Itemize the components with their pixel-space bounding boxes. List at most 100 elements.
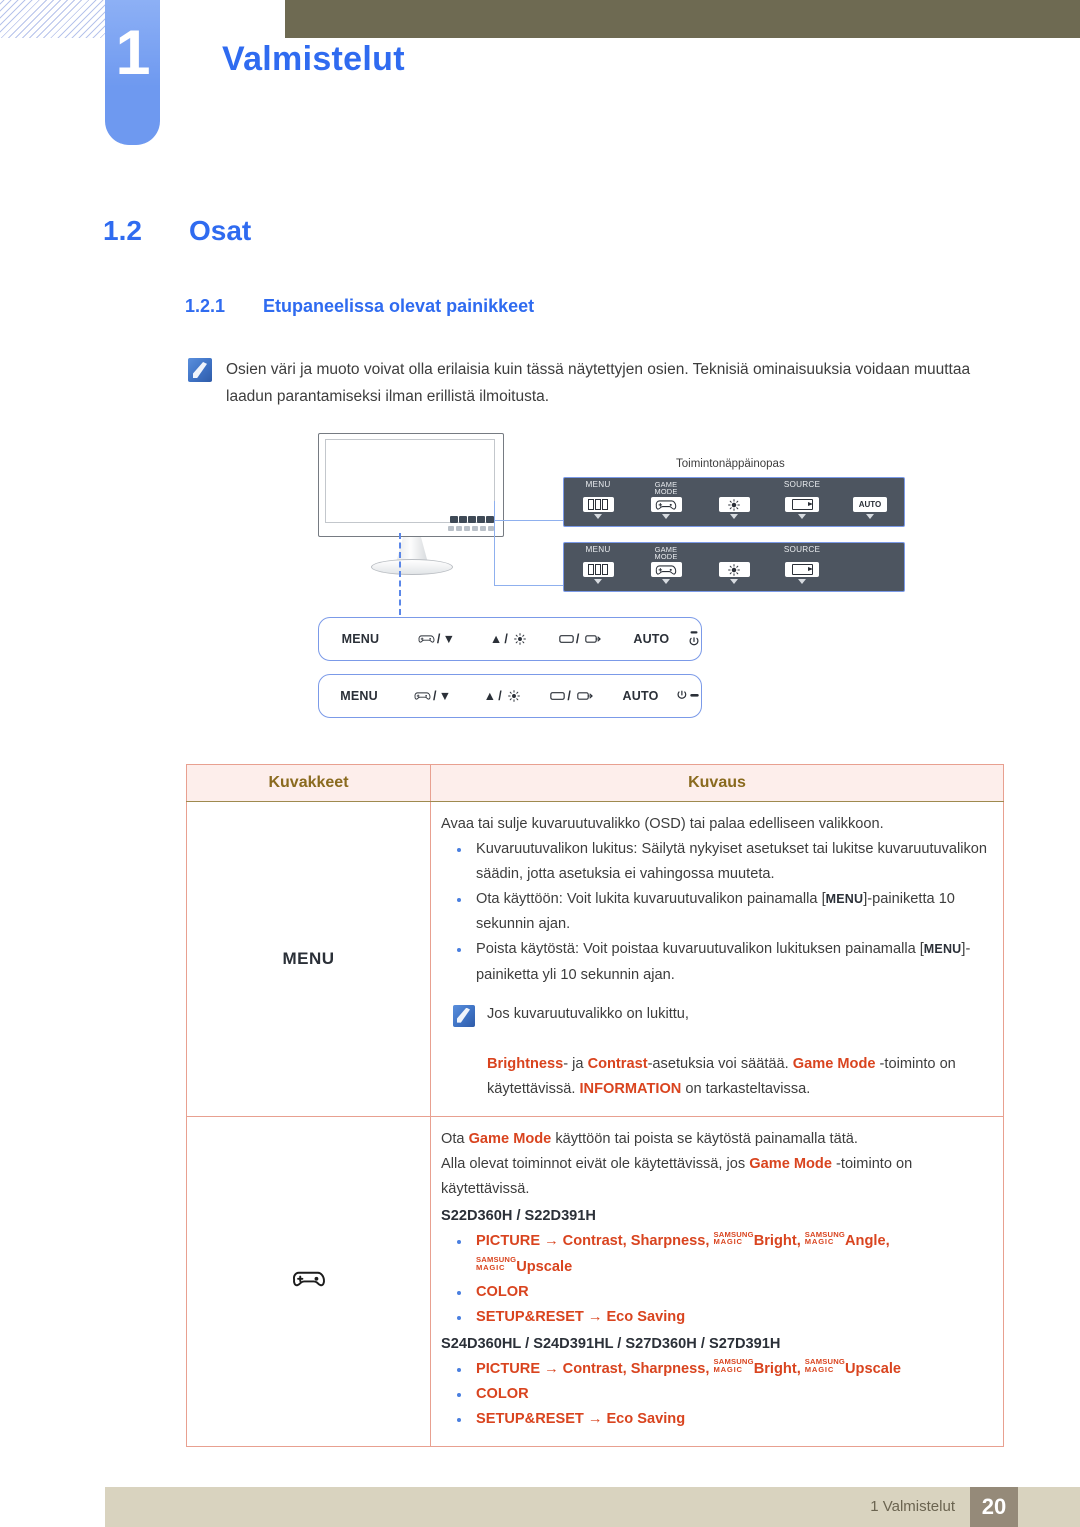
magic-bottom: MAGIC	[713, 1364, 743, 1374]
bar-button-menu[interactable]: MENU	[319, 632, 402, 646]
dashed-callout-line-upper	[399, 533, 401, 615]
magic-bright: Bright	[753, 1233, 797, 1250]
monitor-screen	[325, 439, 495, 523]
osd-key-menu[interactable]: MENU	[564, 478, 632, 526]
leader-line-vertical	[494, 501, 496, 586]
menu-path-items: Contrast, Sharpness,	[562, 1360, 714, 1377]
osd-key-source-caption: SOURCE	[783, 480, 821, 489]
sep: ,	[796, 1360, 805, 1377]
bar-button-menu[interactable]: MENU	[319, 689, 399, 703]
menu-path-setup-reset: SETUP&RESET	[476, 1308, 584, 1325]
bar-button-power-bottom[interactable]	[675, 689, 701, 703]
chevron-down-icon	[730, 579, 738, 584]
game-mode-line1: Ota Game Mode käyttöön tai poista se käy…	[441, 1127, 989, 1152]
bar-button-gamemode-down[interactable]: / ▼	[402, 632, 471, 646]
bar-button-power-top[interactable]	[687, 630, 701, 648]
inline-note-sep1: - ja	[563, 1055, 588, 1072]
chevron-down-icon	[662, 579, 670, 584]
osd-key-game-mode[interactable]: GAME MODE	[632, 543, 700, 591]
osd-key-brightness[interactable]	[700, 543, 768, 591]
arrow-icon: →	[587, 1411, 603, 1428]
sep: ,	[796, 1233, 805, 1250]
inline-note-line1: Jos kuvaruutuvalikko on lukittu,	[487, 1005, 689, 1022]
model-group-1-heading: S22D360H / S22D391H	[441, 1208, 596, 1225]
list-item: COLOR	[441, 1280, 989, 1305]
arrow-icon: →	[544, 1360, 559, 1377]
list-item: Poista käytöstä: Voit poistaa kuvaruutuv…	[441, 937, 989, 987]
magic-bright: Bright	[753, 1360, 797, 1377]
term-brightness: Brightness	[487, 1055, 564, 1072]
samsung-magic-mark: SAMSUNG MAGIC	[714, 1358, 754, 1373]
monitor-osd-buttons-light	[448, 526, 495, 531]
list-item: SETUP&RESET → Eco Saving	[441, 1305, 989, 1330]
osd-key-menu-caption: MENU	[585, 545, 611, 554]
header-hatch-decoration	[0, 0, 108, 38]
inline-note-sep2: -asetuksia voi säätää.	[647, 1055, 793, 1072]
table-row: MENU Avaa tai sulje kuvaruutuvalikko (OS…	[186, 800, 1004, 1118]
osd-key-brightness[interactable]	[700, 478, 768, 526]
osd-key-source[interactable]: SOURCE	[768, 543, 836, 591]
note-text: Osien väri ja muoto voivat olla erilaisi…	[226, 361, 971, 406]
list-item: PICTURE → Contrast, Sharpness, SAMSUNG MAGI…	[441, 1229, 989, 1279]
chevron-down-icon	[594, 514, 602, 519]
front-button-bar-bottom: MENU / ▼ ▲ / / AUTO	[318, 674, 702, 718]
samsung-magic-mark: SAMSUNG MAGIC	[714, 1230, 754, 1246]
term-game-mode: Game Mode	[792, 1055, 876, 1072]
bar-button-source-input[interactable]: /	[544, 632, 615, 646]
gamepad-icon	[650, 497, 682, 512]
menu-path-picture: PICTURE	[476, 1360, 541, 1377]
osd-key-auto[interactable]: AUTO	[836, 478, 904, 526]
bar-button-source-input[interactable]: /	[537, 689, 606, 703]
row-icon-game-mode	[186, 1116, 431, 1448]
chevron-down-icon	[798, 579, 806, 584]
list-item: SETUP&RESET → Eco Saving	[441, 1407, 989, 1432]
chevron-down-icon	[662, 514, 670, 519]
monitor-illustration	[318, 433, 504, 575]
menu-path-eco-saving: Eco Saving	[606, 1308, 686, 1325]
magic-angle: Angle	[845, 1233, 886, 1250]
bullet-text: Poista käytöstä: Voit poistaa kuvaruutuv…	[476, 941, 924, 958]
section-heading-3: 1.2.1 Etupaneelissa olevat painikkeet	[185, 296, 534, 317]
model-group-1-list: PICTURE → Contrast, Sharpness, SAMSUNG MAGI…	[441, 1229, 989, 1329]
model-group-2-heading: S24D360HL / S24D391HL / S27D360H / S27D3…	[441, 1335, 781, 1352]
bar-button-auto[interactable]: AUTO	[616, 632, 687, 646]
kbd-menu: MENU	[825, 892, 864, 907]
menu-icon	[582, 497, 614, 512]
term-information: INFORMATION	[579, 1080, 682, 1097]
section-2-number: 1.2	[103, 215, 142, 246]
magic-bottom: MAGIC	[804, 1237, 835, 1247]
source-icon	[785, 497, 819, 512]
osd-key-source[interactable]: SOURCE	[768, 478, 836, 526]
osd-key-auto-label: AUTO	[853, 497, 887, 512]
magic-bottom: MAGIC	[476, 1262, 506, 1272]
leader-line-horizontal-top	[494, 520, 564, 522]
list-item: Ota käyttöön: Voit lukita kuvaruutuvalik…	[441, 887, 989, 937]
menu-path-setup-reset: SETUP&RESET	[476, 1411, 584, 1428]
gm-line1-c: käyttöön tai poista se käytöstä painamal…	[551, 1131, 858, 1148]
list-item: PICTURE → Contrast, Sharpness, SAMSUNG MAGI…	[441, 1357, 989, 1382]
samsung-magic-mark: SAMSUNG MAGIC	[476, 1256, 516, 1271]
bar-button-up-brightness[interactable]: ▲ /	[466, 689, 537, 703]
list-item: Kuvaruutuvalikon lukitus: Säilytä nykyis…	[441, 837, 989, 887]
menu-icon	[582, 562, 614, 577]
osd-key-game-mode[interactable]: GAME MODE	[632, 478, 700, 526]
model-group-2-list: PICTURE → Contrast, Sharpness, SAMSUNG MAGI…	[441, 1357, 989, 1432]
section-3-number: 1.2.1	[185, 296, 226, 316]
section-3-title: Etupaneelissa olevat painikkeet	[263, 296, 535, 316]
bar-button-auto[interactable]: AUTO	[606, 689, 675, 703]
osd-key-menu[interactable]: MENU	[564, 543, 632, 591]
menu-path-eco-saving: Eco Saving	[606, 1411, 686, 1428]
bar-button-gamemode-down[interactable]: / ▼	[399, 689, 466, 703]
bullet-text: Ota käyttöön: Voit lukita kuvaruutuvalik…	[476, 891, 826, 908]
note-icon	[453, 1004, 475, 1027]
note-block: Osien väri ja muoto voivat olla erilaisi…	[188, 356, 988, 410]
menu-intro-text: Avaa tai sulje kuvaruutuvalikko (OSD) ta…	[441, 816, 884, 832]
term-game-mode: Game Mode	[749, 1156, 832, 1173]
inline-note-sep4: on tarkasteltavissa.	[681, 1080, 811, 1097]
osd-guide-panel-top: MENU GAME MODE SOURCE AUTO	[563, 477, 905, 527]
section-heading-2: 1.2 Osat	[103, 215, 251, 247]
sep2: ,	[885, 1233, 890, 1250]
chevron-down-icon	[866, 514, 874, 519]
bar-button-up-brightness[interactable]: ▲ /	[471, 632, 544, 646]
osd-guide-panel-bottom: MENU GAME MODE SOURCE	[563, 542, 905, 592]
